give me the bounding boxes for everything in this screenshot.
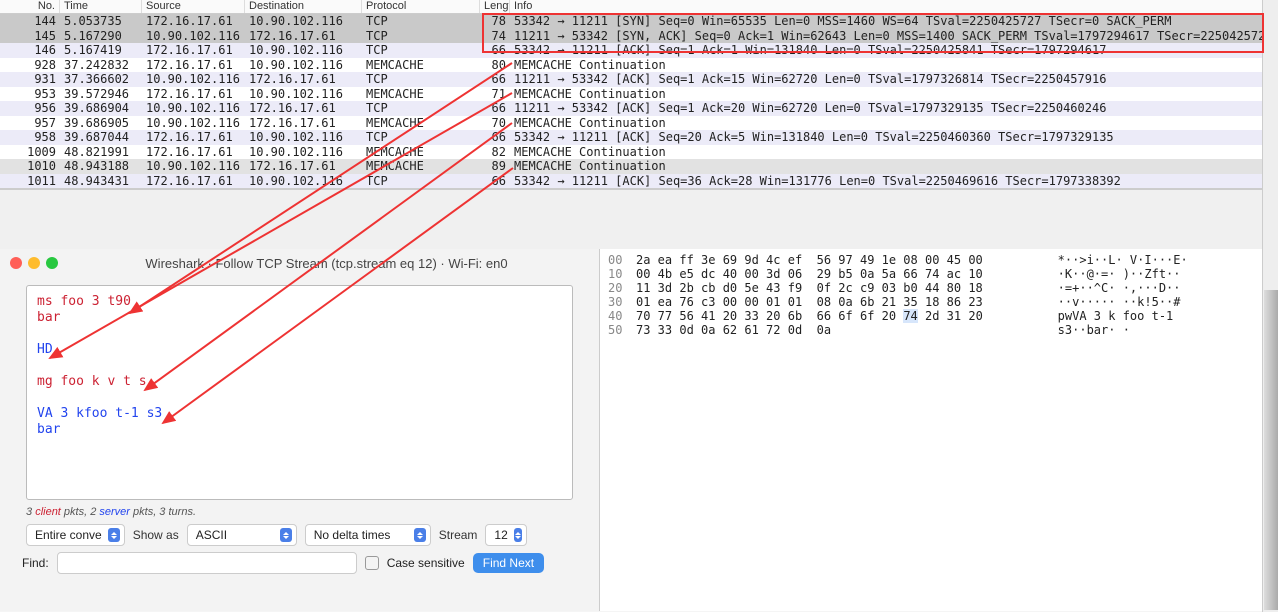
packet-row[interactable]: 1445.053735172.16.17.6110.90.102.116TCP7… <box>0 14 1278 29</box>
show-as-label: Show as <box>133 528 179 542</box>
packet-row[interactable]: 1465.167419172.16.17.6110.90.102.116TCP6… <box>0 43 1278 58</box>
separator-bar <box>0 189 1278 249</box>
packet-row[interactable]: 100948.821991172.16.17.6110.90.102.116ME… <box>0 145 1278 160</box>
zoom-icon[interactable] <box>46 257 58 269</box>
stream-number[interactable]: 12 <box>485 524 527 546</box>
packet-row[interactable]: 92837.242832172.16.17.6110.90.102.116MEM… <box>0 58 1278 73</box>
packet-row[interactable]: 95639.68690410.90.102.116172.16.17.61TCP… <box>0 101 1278 116</box>
packet-row[interactable]: 1455.16729010.90.102.116172.16.17.61TCP7… <box>0 29 1278 44</box>
window-titlebar[interactable]: Wireshark · Follow TCP Stream (tcp.strea… <box>0 249 599 277</box>
packet-row[interactable]: 95339.572946172.16.17.6110.90.102.116MEM… <box>0 87 1278 102</box>
packet-row[interactable]: 101048.94318810.90.102.116172.16.17.61ME… <box>0 159 1278 174</box>
follow-stream-window: Wireshark · Follow TCP Stream (tcp.strea… <box>0 249 600 611</box>
stream-label: Stream <box>439 528 478 542</box>
window-title: Wireshark · Follow TCP Stream (tcp.strea… <box>64 256 589 271</box>
find-input[interactable] <box>57 552 357 574</box>
packet-row[interactable]: 95739.68690510.90.102.116172.16.17.61MEM… <box>0 116 1278 131</box>
delta-select[interactable]: No delta times <box>305 524 431 546</box>
packet-headers: No. Time Source Destination Protocol Len… <box>0 0 1278 14</box>
packet-row[interactable]: 101148.943431172.16.17.6110.90.102.116TC… <box>0 174 1278 189</box>
stream-summary: 3 client pkts, 2 server pkts, 3 turns. <box>26 506 573 518</box>
find-row: Find: Case sensitive Find Next <box>22 552 577 574</box>
packet-row[interactable]: 95839.687044172.16.17.6110.90.102.116TCP… <box>0 130 1278 145</box>
find-next-button[interactable]: Find Next <box>473 553 544 573</box>
right-shadow <box>1264 290 1278 610</box>
close-icon[interactable] <box>10 257 22 269</box>
case-sensitive-checkbox[interactable] <box>365 556 379 570</box>
show-as-select[interactable]: ASCII <box>187 524 297 546</box>
find-label: Find: <box>22 556 49 570</box>
tcp-stream-content[interactable]: ms foo 3 t90bar HD mg foo k v t s VA 3 k… <box>26 285 573 500</box>
packet-row[interactable]: 93137.36660210.90.102.116172.16.17.61TCP… <box>0 72 1278 87</box>
stream-controls: Entire conve Show as ASCII No delta time… <box>26 524 573 546</box>
case-sensitive-label: Case sensitive <box>387 556 465 570</box>
minimize-icon[interactable] <box>28 257 40 269</box>
packet-list[interactable]: No. Time Source Destination Protocol Len… <box>0 0 1278 189</box>
conversation-select[interactable]: Entire conve <box>26 524 125 546</box>
hex-dump-panel[interactable]: 002a ea ff 3e 69 9d 4c ef 56 97 49 1e 08… <box>600 249 1278 611</box>
